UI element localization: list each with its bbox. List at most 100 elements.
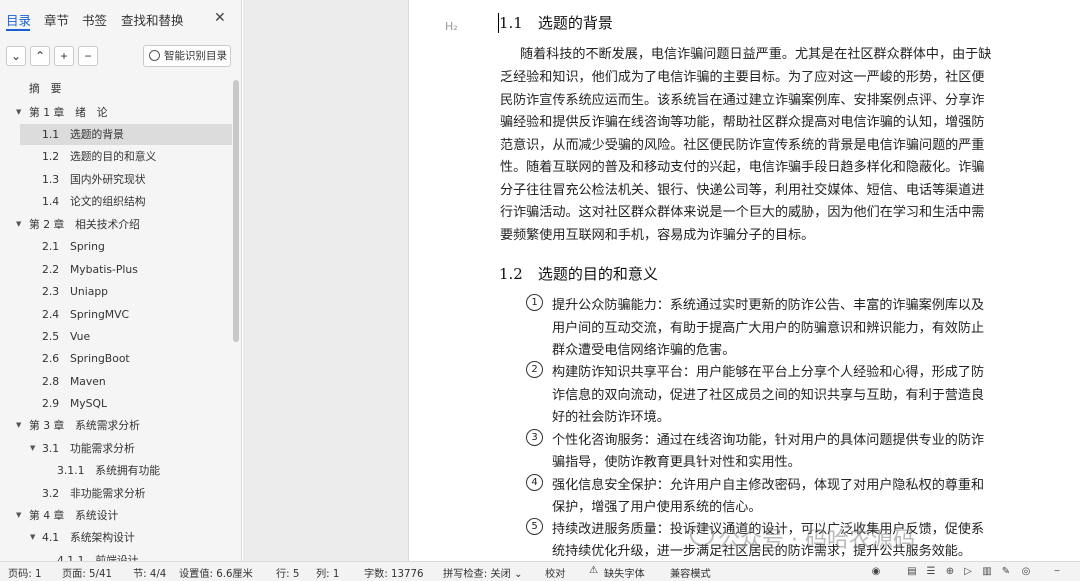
toc-item[interactable]: 1.2 选题的目的和意义 (0, 146, 234, 167)
read-mode-icon[interactable]: ▥ (981, 566, 993, 578)
toc-item[interactable]: 2.5 Vue (0, 326, 234, 347)
expand-arrow-icon[interactable]: ▼ (16, 505, 21, 526)
toc-item-label: 第 3 章 系统需求分析 (29, 419, 140, 432)
toc-item-label: 3.2 非功能需求分析 (42, 487, 146, 500)
toc-item[interactable]: 1.4 论文的组织结构 (0, 191, 234, 212)
status-page-number[interactable]: 页码: 1 (8, 565, 42, 580)
web-view-icon[interactable]: ⊕ (944, 566, 956, 578)
toc-item[interactable]: ▼ 第 2 章 相关技术介绍 (0, 214, 234, 235)
list-view-icon[interactable]: ☰ (925, 566, 937, 578)
toc-item[interactable]: 3.1.1 系统拥有功能 (0, 460, 234, 481)
eye-protection-icon[interactable]: ◉ (870, 566, 882, 578)
nav-scrollbar[interactable] (233, 80, 239, 342)
toc-item[interactable]: ▼ 4.1 系统架构设计 (0, 527, 234, 548)
toc-item-label: 3.1.1 系统拥有功能 (57, 464, 161, 477)
toc-item[interactable]: 3.2 非功能需求分析 (0, 483, 234, 504)
list-item-line: 诈信息的双向流动，促进了社区成员之间的知识共享与互助，有利于营造良 (552, 388, 985, 403)
expand-all-button[interactable]: ⌃ (30, 46, 50, 66)
play-icon[interactable]: ▷ (962, 566, 974, 578)
globe-icon[interactable]: ◎ (1020, 566, 1032, 578)
toc-item[interactable]: 2.3 Uniapp (0, 281, 234, 302)
toc-item-label: 2.8 Maven (42, 375, 106, 388)
tab-chapters[interactable]: 章节 (44, 10, 69, 29)
expand-arrow-icon[interactable]: ▼ (16, 102, 21, 123)
list-item-line: 个性化咨询服务：通过在线咨询功能，针对用户的具体问题提供专业的防诈 (552, 433, 985, 448)
toc-item[interactable]: 2.1 Spring (0, 236, 234, 257)
active-tab-indicator (6, 29, 30, 31)
toc-item-label: 4.1.1 前端设计 (57, 554, 139, 561)
smart-toc-button[interactable]: 智能识别目录 (143, 45, 231, 67)
toc-item-label: 2.9 MySQL (42, 397, 108, 410)
section-heading-1-1: 1.1 选题的背景 (499, 14, 613, 32)
missing-font-button[interactable]: 缺失字体 (604, 565, 645, 580)
toc-item-label: 第 2 章 相关技术介绍 (29, 218, 140, 231)
toc-item[interactable]: 摘 要 (0, 78, 234, 99)
status-row[interactable]: 行: 5 (276, 565, 299, 580)
plus-icon: + (60, 49, 68, 63)
spell-check-label: 拼写检查: 关闭 (443, 569, 511, 580)
toc-item[interactable]: ▼ 第 4 章 系统设计 (0, 505, 234, 526)
toc-item[interactable]: 2.2 Mybatis-Plus (0, 259, 234, 280)
toc-item-label: 1.2 选题的目的和意义 (42, 150, 157, 163)
expand-arrow-icon[interactable]: ▼ (16, 415, 21, 436)
toc-item-label: 第 1 章 绪 论 (29, 106, 108, 119)
toc-item-label: 1.3 国内外研究现状 (42, 173, 146, 186)
toc-item[interactable]: 4.1.1 前端设计 (0, 550, 234, 561)
toc-item-label: 摘 要 (29, 82, 62, 95)
toc-item[interactable]: ▼ 3.1 功能需求分析 (0, 438, 234, 459)
status-column[interactable]: 列: 1 (316, 565, 339, 580)
collapse-all-button[interactable]: ⌄ (6, 46, 26, 66)
close-icon[interactable]: ✕ (214, 9, 226, 26)
toc-item-label: 4.1 系统架构设计 (42, 531, 135, 544)
expand-arrow-icon[interactable]: ▼ (30, 438, 35, 459)
expand-arrow-icon[interactable]: ▼ (30, 527, 35, 548)
expand-arrow-icon[interactable]: ▼ (16, 214, 21, 235)
status-bar: 页码: 1 页面: 5/41 节: 4/4 设置值: 6.6厘米 行: 5 列:… (0, 561, 1080, 581)
pen-icon[interactable]: ✎ (1000, 566, 1012, 578)
tab-find-replace[interactable]: 查找和替换 (121, 10, 184, 29)
list-number-badge: 3 (526, 429, 543, 446)
minus-icon: − (84, 49, 92, 63)
toc-item-label: 2.6 SpringBoot (42, 352, 130, 365)
toc-item-selected[interactable]: 1.1 选题的背景 (20, 124, 232, 145)
zoom-out-icon[interactable]: − (1051, 566, 1063, 578)
page-view-icon[interactable]: ▤ (906, 566, 918, 578)
status-setting-value[interactable]: 设置值: 6.6厘米 (179, 565, 253, 580)
list-item-line: 保护，增强了用户使用系统的信心。 (552, 500, 762, 515)
chevron-down-icon: ⌄ (514, 569, 523, 580)
toc-item[interactable]: 2.4 SpringMVC (0, 304, 234, 325)
add-entry-button[interactable]: + (54, 46, 74, 66)
compat-mode-label: 兼容模式 (670, 569, 711, 580)
warning-icon[interactable]: ⚠ (589, 565, 598, 576)
toc-item[interactable]: 1.3 国内外研究现状 (0, 169, 234, 190)
remove-entry-button[interactable]: − (78, 46, 98, 66)
list-number-badge: 5 (526, 518, 543, 535)
toc-tree: 摘 要 ▼ 第 1 章 绪 论 1.1 选题的背景 1.2 选题的目的和意义 1… (0, 78, 234, 561)
navigation-pane: 目录 章节 书签 查找和替换 ✕ ⌄ ⌃ + − 智能识别目录 摘 要 ▼ 第 … (0, 0, 242, 561)
tab-toc[interactable]: 目录 (6, 10, 31, 29)
toc-item-label: 2.2 Mybatis-Plus (42, 263, 138, 276)
smart-toc-label: 智能识别目录 (164, 50, 227, 62)
chevron-down-icon: ⌄ (10, 49, 22, 63)
toc-item[interactable]: ▼ 第 1 章 绪 论 (0, 102, 234, 123)
toc-item-label: 1.4 论文的组织结构 (42, 195, 146, 208)
list-item-line: 提升公众防骗能力：系统通过实时更新的防诈公告、丰富的诈骗案例库以及 (552, 298, 985, 313)
status-page-of[interactable]: 页面: 5/41 (62, 565, 112, 580)
toc-item[interactable]: 2.6 SpringBoot (0, 348, 234, 369)
toc-toolbar: ⌄ ⌃ + − 智能识别目录 (0, 40, 242, 72)
proofread-button[interactable]: 校对 (545, 565, 565, 580)
heading-level-marker[interactable]: H₂ (445, 20, 458, 33)
status-section[interactable]: 节: 4/4 (133, 565, 166, 580)
tab-bookmarks[interactable]: 书签 (82, 10, 107, 29)
status-word-count[interactable]: 字数: 13776 (364, 565, 423, 580)
paragraph-line: 随着科技的不断发展，电信诈骗问题日益严重。尤其是在社区群众群体中，由于缺 (520, 47, 992, 62)
list-number-badge: 1 (526, 294, 543, 311)
paragraph-line: 乏经验和知识，他们成为了电信诈骗的主要目标。为了应对这一严峻的形势，社区便 (500, 70, 985, 85)
toc-item-label: 3.1 功能需求分析 (42, 442, 135, 455)
spell-check-dropdown[interactable]: 拼写检查: 关闭 ⌄ (443, 565, 523, 580)
toc-item[interactable]: ▼ 第 3 章 系统需求分析 (0, 415, 234, 436)
list-item-line: 群众遭受电信网络诈骗的危害。 (552, 343, 736, 358)
toc-item[interactable]: 2.9 MySQL (0, 393, 234, 414)
toc-item[interactable]: 2.8 Maven (0, 371, 234, 392)
list-item-line: 骗指导，使防诈教育更具针对性和实用性。 (552, 455, 801, 470)
